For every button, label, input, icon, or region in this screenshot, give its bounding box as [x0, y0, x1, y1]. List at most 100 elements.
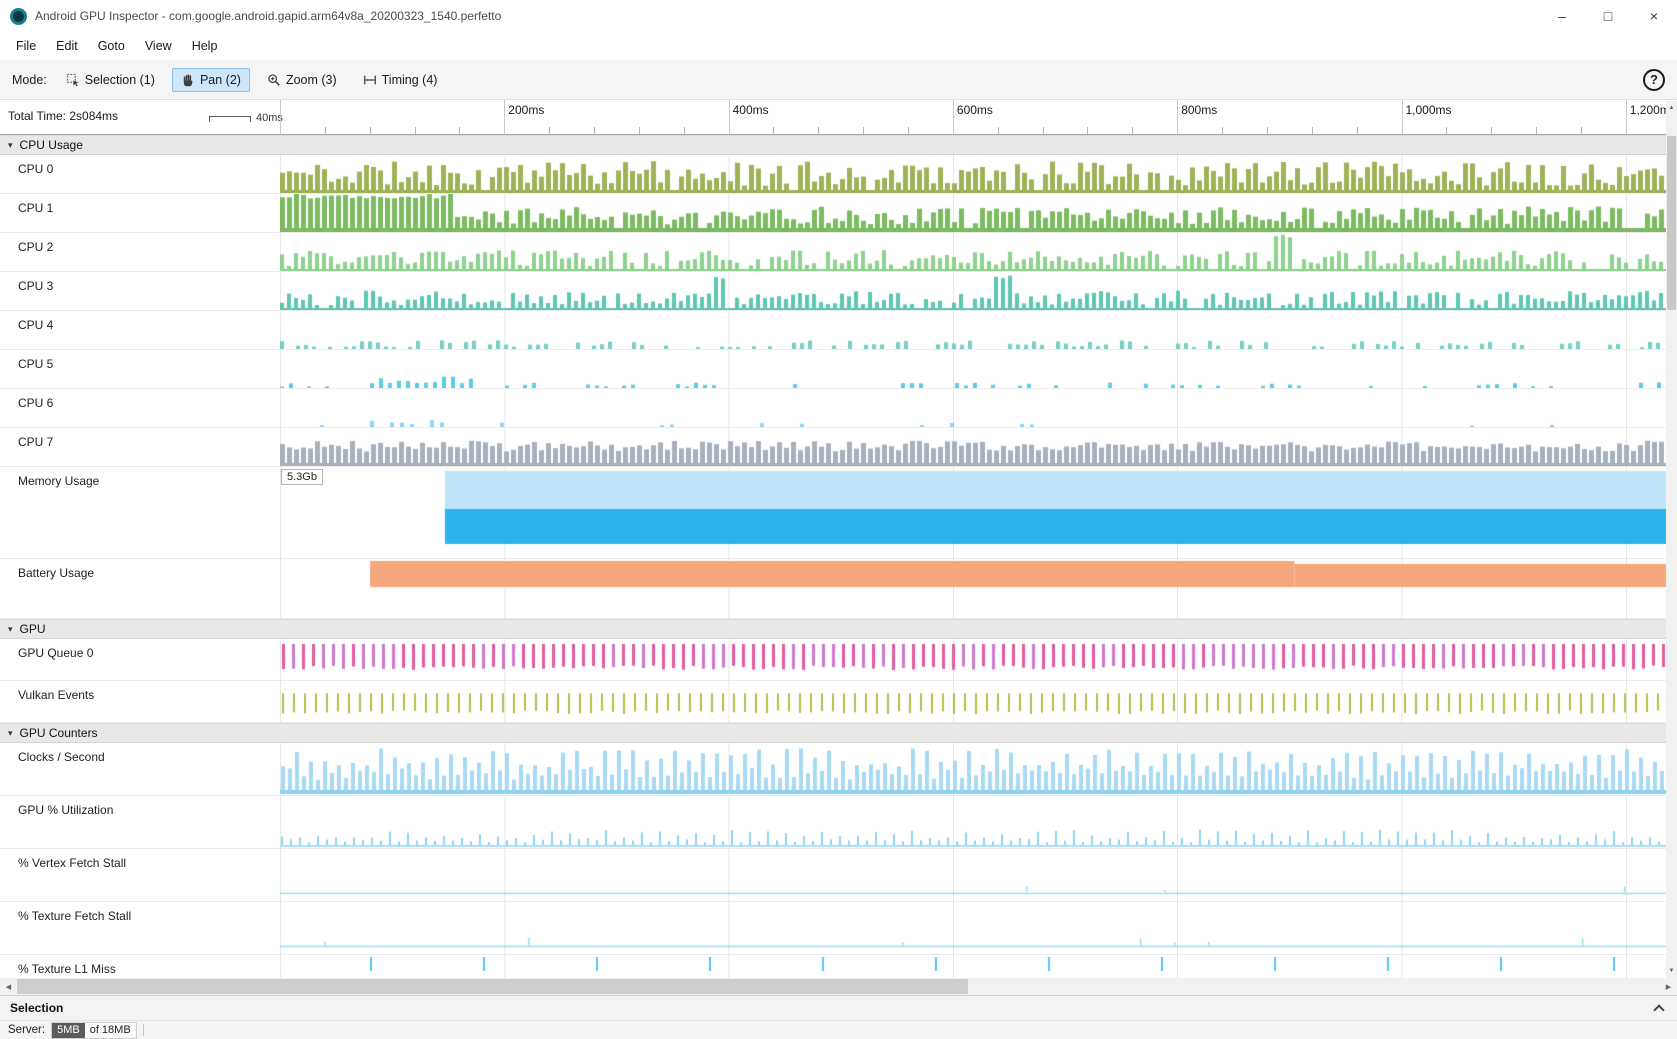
- mode-button-label: Selection (1): [85, 73, 155, 87]
- ruler-tick-label: 1,200ms: [1630, 103, 1666, 117]
- vertical-scrollbar[interactable]: ▲ ▼: [1666, 101, 1677, 978]
- track-chart[interactable]: 5.3Gb: [280, 467, 1666, 558]
- ruler-minor-tick: [863, 127, 864, 134]
- track-rows: ▾CPU UsageCPU 0CPU 1CPU 2CPU 3CPU 4CPU 5…: [0, 135, 1666, 978]
- ruler-tick-label: 400ms: [733, 103, 769, 117]
- ruler-gridline: [280, 100, 281, 134]
- track-row-cpu-7[interactable]: CPU 7: [0, 428, 1666, 467]
- track-chart[interactable]: [280, 902, 1666, 954]
- track-chart[interactable]: [280, 428, 1666, 466]
- scroll-right-arrow-icon[interactable]: ▶: [1660, 978, 1677, 995]
- chart-canvas: [280, 272, 1666, 310]
- mode-button-label: Zoom (3): [286, 73, 337, 87]
- help-button[interactable]: ?: [1643, 69, 1665, 91]
- track-chart[interactable]: [280, 194, 1666, 232]
- track-row-gpu-queue-0[interactable]: GPU Queue 0: [0, 639, 1666, 681]
- mode-button-pan[interactable]: Pan (2): [172, 68, 250, 92]
- track-row-cpu-1[interactable]: CPU 1: [0, 194, 1666, 233]
- ruler-gridline: [1177, 100, 1178, 134]
- track-label: Battery Usage: [0, 559, 280, 618]
- vertical-scroll-thumb[interactable]: [1667, 136, 1676, 310]
- close-button[interactable]: ×: [1631, 0, 1677, 32]
- track-chart[interactable]: [280, 233, 1666, 271]
- track-row-texture-fetch-stall[interactable]: % Texture Fetch Stall: [0, 902, 1666, 955]
- track-label: GPU % Utilization: [0, 796, 280, 848]
- track-chart[interactable]: [280, 311, 1666, 349]
- track-chart[interactable]: [280, 639, 1666, 680]
- track-row-cpu-6[interactable]: CPU 6: [0, 389, 1666, 428]
- track-row-gpu-utilization[interactable]: GPU % Utilization: [0, 796, 1666, 849]
- ruler-minor-tick: [594, 127, 595, 134]
- menu-file[interactable]: File: [6, 35, 46, 57]
- track-row-cpu-2[interactable]: CPU 2: [0, 233, 1666, 272]
- track-row-cpu-0[interactable]: CPU 0: [0, 155, 1666, 194]
- scale-indicator: 40ms: [209, 112, 283, 124]
- menu-goto[interactable]: Goto: [88, 35, 135, 57]
- selection-panel-header[interactable]: Selection: [0, 995, 1677, 1020]
- ruler-minor-tick: [908, 127, 909, 134]
- menu-help[interactable]: Help: [182, 35, 228, 57]
- track-chart[interactable]: [280, 155, 1666, 193]
- track-chart[interactable]: [280, 743, 1666, 795]
- app-window: Android GPU Inspector - com.google.andro…: [0, 0, 1677, 1039]
- track-row-texture-l1-miss[interactable]: % Texture L1 Miss: [0, 955, 1666, 978]
- minimize-button[interactable]: –: [1539, 0, 1585, 32]
- group-header-gpu[interactable]: ▾GPU: [0, 619, 1666, 639]
- zoom-icon: [267, 73, 281, 87]
- track-row-cpu-4[interactable]: CPU 4: [0, 311, 1666, 350]
- chart-canvas: [280, 233, 1666, 271]
- scroll-up-arrow-icon[interactable]: ▲: [1666, 101, 1677, 115]
- track-chart[interactable]: [280, 350, 1666, 388]
- horizontal-scroll-thumb[interactable]: [17, 979, 968, 994]
- maximize-button[interactable]: □: [1585, 0, 1631, 32]
- track-row-battery-usage[interactable]: Battery Usage: [0, 559, 1666, 619]
- mode-button-zoom[interactable]: Zoom (3): [258, 68, 346, 92]
- track-chart[interactable]: [280, 559, 1666, 618]
- ruler-chart[interactable]: 200ms400ms600ms800ms1,000ms1,200ms: [280, 100, 1666, 134]
- mode-button-timing[interactable]: Timing (4): [354, 68, 447, 92]
- ruler-minor-tick: [818, 127, 819, 134]
- track-chart[interactable]: [280, 389, 1666, 427]
- track-row-cpu-3[interactable]: CPU 3: [0, 272, 1666, 311]
- scale-bracket-icon: [209, 116, 251, 122]
- chart-canvas: [280, 350, 1666, 388]
- ruler-minor-tick: [773, 127, 774, 134]
- track-chart[interactable]: [280, 955, 1666, 978]
- group-header-cpu-usage[interactable]: ▾CPU Usage: [0, 135, 1666, 155]
- group-header-gpu-counters[interactable]: ▾GPU Counters: [0, 723, 1666, 743]
- track-label: GPU Queue 0: [0, 639, 280, 680]
- track-chart[interactable]: [280, 796, 1666, 848]
- track-row-vulkan-events[interactable]: Vulkan Events: [0, 681, 1666, 723]
- track-label: CPU 0: [0, 155, 280, 193]
- scroll-down-arrow-icon[interactable]: ▼: [1666, 964, 1677, 978]
- track-row-cpu-5[interactable]: CPU 5: [0, 350, 1666, 389]
- menu-view[interactable]: View: [135, 35, 182, 57]
- track-label: % Texture L1 Miss: [0, 955, 280, 978]
- track-chart[interactable]: [280, 681, 1666, 722]
- horizontal-scrollbar[interactable]: ◀ ▶: [0, 978, 1677, 995]
- chart-canvas: [280, 155, 1666, 193]
- track-chart[interactable]: [280, 272, 1666, 310]
- ruler-minor-tick: [1267, 127, 1268, 134]
- ruler-minor-tick: [1222, 127, 1223, 134]
- ruler-minor-tick: [1357, 127, 1358, 134]
- ruler-tick-label: 600ms: [957, 103, 993, 117]
- track-chart[interactable]: [280, 849, 1666, 901]
- chart-canvas: [280, 955, 1666, 978]
- track-row-vertex-fetch-stall[interactable]: % Vertex Fetch Stall: [0, 849, 1666, 902]
- chevron-up-icon[interactable]: [1653, 1004, 1664, 1015]
- track-row-memory-usage[interactable]: Memory Usage5.3Gb: [0, 467, 1666, 559]
- ruler-gridline: [1626, 100, 1627, 134]
- track-row-clocks-second[interactable]: Clocks / Second: [0, 743, 1666, 796]
- selection-icon: [66, 73, 80, 87]
- scroll-left-arrow-icon[interactable]: ◀: [0, 978, 17, 995]
- timing-icon: [363, 73, 377, 87]
- timeline-ruler: Total Time: 2s084ms 40ms 200ms400ms600ms…: [0, 100, 1677, 135]
- ruler-minor-tick: [370, 127, 371, 134]
- track-label: CPU 3: [0, 272, 280, 310]
- chart-canvas: [280, 902, 1666, 954]
- chart-canvas: [280, 639, 1666, 680]
- chart-canvas: [280, 467, 1666, 558]
- menu-edit[interactable]: Edit: [46, 35, 88, 57]
- mode-button-selection[interactable]: Selection (1): [57, 68, 164, 92]
